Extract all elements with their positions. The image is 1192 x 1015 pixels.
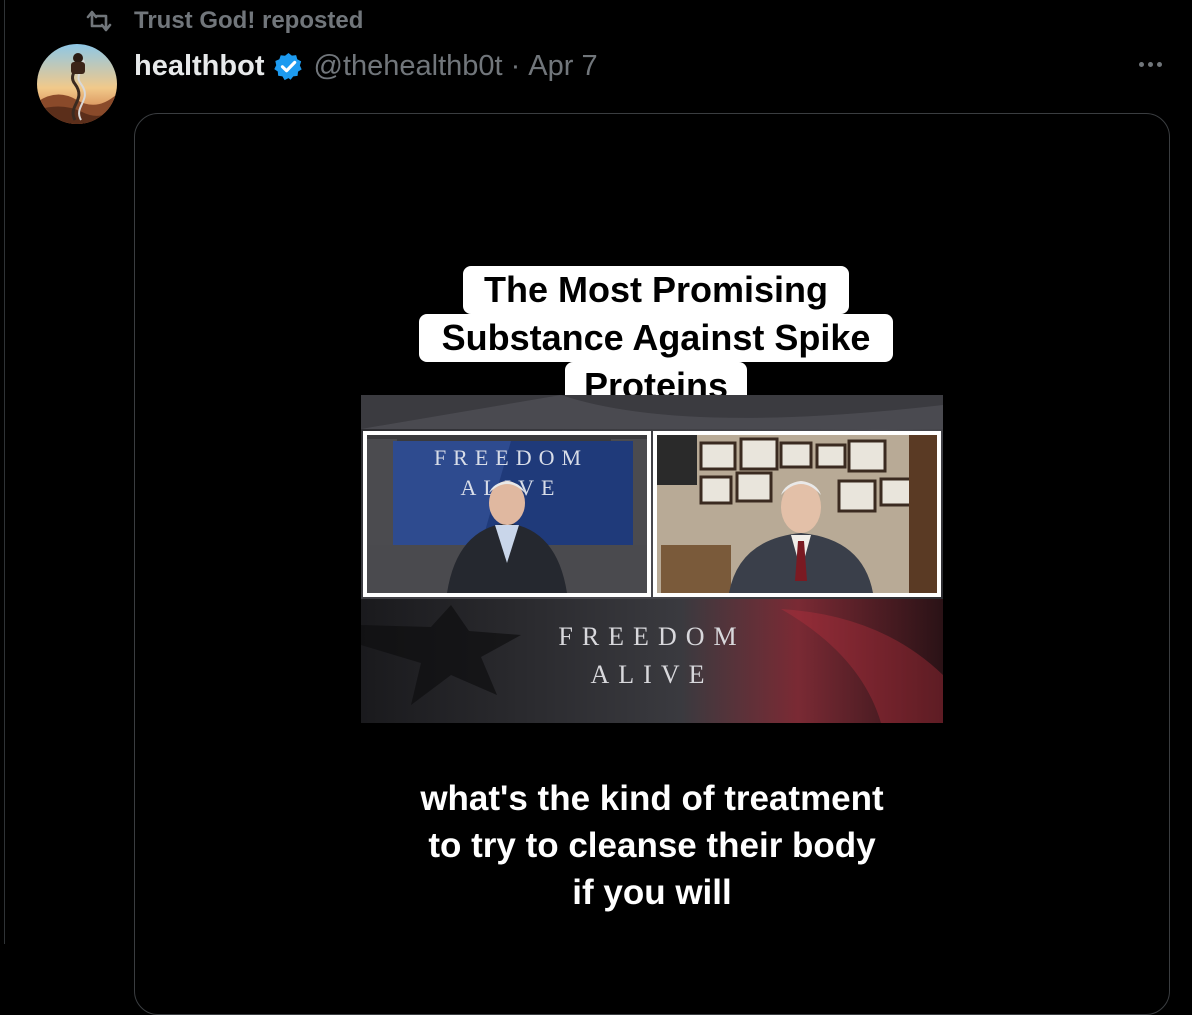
post-date[interactable]: Apr 7 <box>528 50 597 83</box>
subtitle-line-2: to try to cleanse their body <box>428 826 876 865</box>
author-name[interactable]: healthbot <box>134 50 265 83</box>
timeline-divider <box>4 0 5 944</box>
author-avatar[interactable] <box>37 44 117 124</box>
lower-brand-line-1: FREEDOM <box>558 622 745 651</box>
lower-brand-line-2: ALIVE <box>591 660 714 689</box>
verified-badge-icon <box>273 52 302 80</box>
video-title-line-2: Substance Against Spike <box>419 314 893 362</box>
repost-indicator[interactable]: Trust God! reposted <box>84 6 363 36</box>
repost-icon <box>86 10 112 32</box>
video-player[interactable]: The Most Promising Substance Against Spi… <box>134 113 1170 1015</box>
video-frame: FREEDOM ALIVE <box>361 395 943 723</box>
separator-dot: · <box>510 49 521 82</box>
post-header: healthbot @thehealthb0t · Apr 7 <box>134 44 598 88</box>
subtitle-line-1: what's the kind of treatment <box>420 779 884 818</box>
more-options-icon[interactable] <box>1130 50 1170 78</box>
inset-brand-line-1: FREEDOM <box>434 445 588 470</box>
subtitle-line-3: if you will <box>572 873 732 912</box>
video-title-line-1: The Most Promising <box>463 266 849 314</box>
author-handle[interactable]: @thehealthb0t <box>314 50 503 83</box>
repost-label: Trust God! reposted <box>134 7 364 34</box>
